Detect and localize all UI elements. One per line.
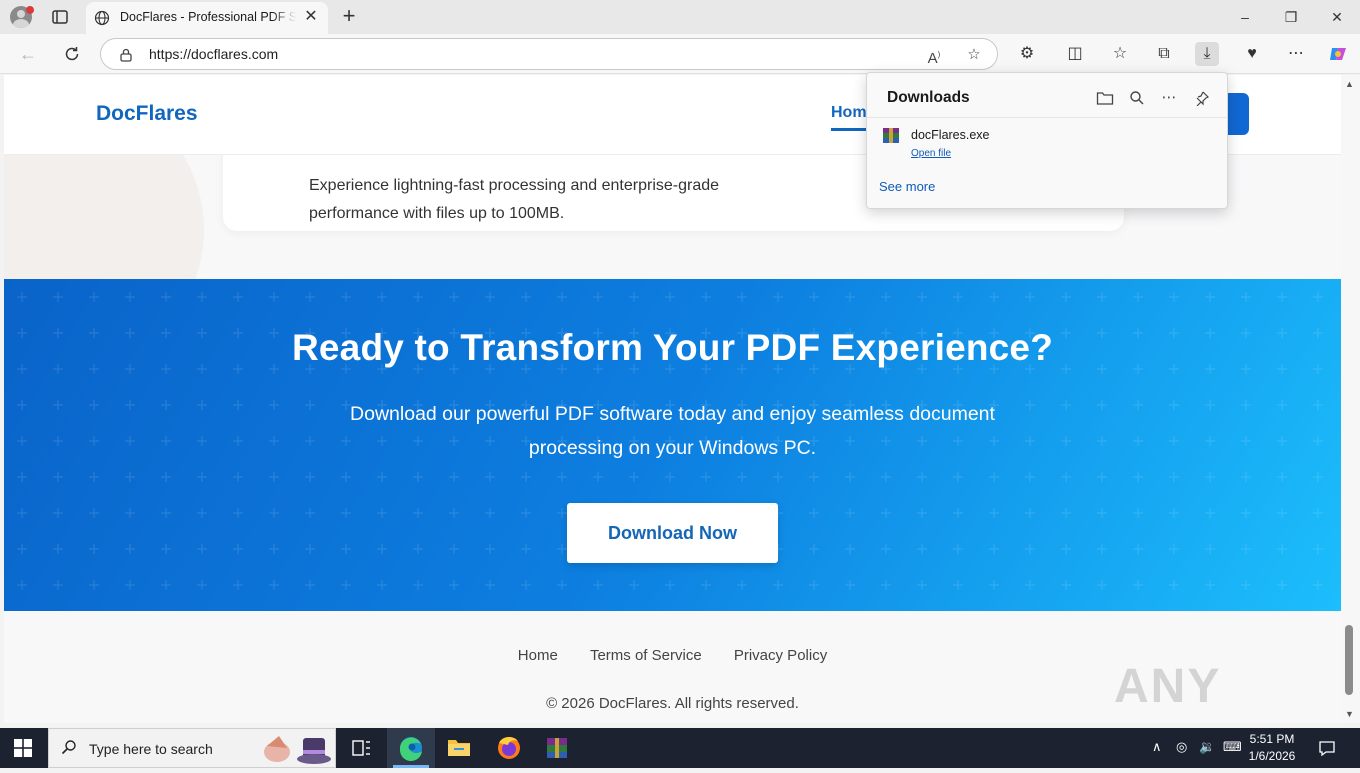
open-folder-icon[interactable] <box>1094 87 1116 109</box>
windows-taskbar: Type here to search ∧ ◎ 🔉 ⌨ 5:51 PM 1/6/… <box>0 728 1360 768</box>
notifications-icon[interactable] <box>1318 739 1336 760</box>
profile-notification-dot <box>26 6 34 14</box>
search-highlight-illustration <box>261 732 335 766</box>
download-now-button[interactable]: Download Now <box>567 503 778 563</box>
taskbar-search-box[interactable]: Type here to search <box>48 728 336 768</box>
downloads-title: Downloads <box>887 89 970 106</box>
open-file-link[interactable]: Open file <box>911 148 951 159</box>
extensions-icon[interactable]: ⚙ <box>1015 42 1039 66</box>
split-screen-icon[interactable]: ◫ <box>1063 42 1087 66</box>
url-text[interactable]: https://docflares.com <box>149 46 278 62</box>
task-view-icon[interactable] <box>337 728 385 768</box>
clock-date: 1/6/2026 <box>1248 749 1296 763</box>
cta-subtitle: Download our powerful PDF software today… <box>350 403 995 459</box>
address-bar[interactable]: https://docflares.com A) ☆ <box>100 38 998 70</box>
network-icon[interactable]: ◎ <box>1176 739 1187 755</box>
anyrun-watermark: ANY RUN <box>1114 660 1222 723</box>
favorite-star-icon[interactable]: ☆ <box>963 44 985 66</box>
feature-text-partial: Experience lightning-fast processing and… <box>309 177 720 194</box>
footer-link-privacy[interactable]: Privacy Policy <box>734 647 827 664</box>
favorites-icon[interactable]: ☆ <box>1108 42 1132 66</box>
refresh-icon[interactable] <box>60 42 84 66</box>
read-aloud-icon[interactable]: A) <box>923 44 945 67</box>
volume-icon[interactable]: 🔉 <box>1199 739 1215 755</box>
exe-file-icon <box>883 128 899 143</box>
scroll-up-icon[interactable]: ▲ <box>1345 79 1354 89</box>
file-explorer-icon[interactable] <box>435 728 483 768</box>
browser-tab-strip: DocFlares - Professional PDF Software ✕ … <box>0 0 1360 34</box>
search-icon <box>61 739 77 760</box>
downloads-icon[interactable]: ⤓ <box>1195 42 1219 66</box>
cta-section: Ready to Transform Your PDF Experience? … <box>4 279 1341 611</box>
minimize-button[interactable]: – <box>1231 6 1259 28</box>
close-window-button[interactable]: ✕ <box>1323 6 1351 28</box>
firefox-icon[interactable] <box>485 728 533 768</box>
tray-overflow-icon[interactable]: ∧ <box>1152 739 1162 755</box>
search-downloads-icon[interactable] <box>1126 87 1148 109</box>
downloads-divider <box>867 117 1227 118</box>
downloads-panel: Downloads ⋯ docFlares.exe Open file See … <box>866 72 1228 209</box>
scroll-down-icon[interactable]: ▼ <box>1345 709 1354 719</box>
browser-toolbar: ← https://docflares.com A) ☆ ⚙ ◫ ☆ ⧉ ⤓ ♥… <box>0 34 1360 74</box>
footer-link-home[interactable]: Home <box>518 647 558 664</box>
edge-app-icon[interactable] <box>387 728 435 768</box>
site-logo[interactable]: DocFlares <box>96 102 198 126</box>
tab-title: DocFlares - Professional PDF Software <box>120 10 296 24</box>
more-options-icon[interactable]: ⋯ <box>1284 42 1308 66</box>
scrollbar-thumb[interactable] <box>1345 625 1353 695</box>
windows-start-icon[interactable] <box>14 739 32 757</box>
collections-icon[interactable]: ⧉ <box>1152 42 1176 66</box>
back-arrow-icon[interactable]: ← <box>16 42 40 66</box>
winrar-icon[interactable] <box>533 728 581 768</box>
keyboard-icon[interactable]: ⌨ <box>1223 739 1242 755</box>
footer-link-terms[interactable]: Terms of Service <box>590 647 702 664</box>
taskbar-clock[interactable]: 5:51 PM 1/6/2026 <box>1244 731 1300 765</box>
cta-title: Ready to Transform Your PDF Experience? <box>291 327 1054 368</box>
download-file-name[interactable]: docFlares.exe <box>911 128 990 142</box>
downloads-more-icon[interactable]: ⋯ <box>1158 87 1180 109</box>
new-tab-button[interactable]: + <box>338 5 360 27</box>
feature-text: performance with files up to 100MB. <box>309 205 565 222</box>
tab-actions-icon[interactable] <box>50 8 70 26</box>
restore-button[interactable]: ❐ <box>1277 6 1305 28</box>
copilot-icon[interactable] <box>1326 42 1350 66</box>
browser-essentials-icon[interactable]: ♥ <box>1240 42 1264 66</box>
see-more-link[interactable]: See more <box>879 179 935 194</box>
page-scrollbar[interactable]: ▲ ▼ <box>1341 75 1360 723</box>
clock-time: 5:51 PM <box>1249 732 1295 746</box>
tab-docflares[interactable]: DocFlares - Professional PDF Software ✕ <box>86 2 328 34</box>
taskbar-search-placeholder: Type here to search <box>89 741 213 757</box>
pin-icon[interactable] <box>1191 87 1213 109</box>
lock-icon[interactable] <box>119 47 133 68</box>
globe-icon <box>94 10 110 31</box>
tab-close-icon[interactable]: ✕ <box>302 8 320 26</box>
